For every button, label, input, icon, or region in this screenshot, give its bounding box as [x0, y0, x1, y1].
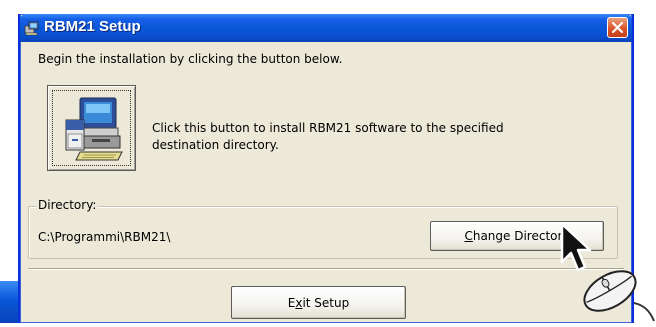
exit-setup-label: Exit Setup: [287, 295, 350, 310]
install-button[interactable]: [47, 85, 136, 171]
change-directory-label: Change Directory: [464, 229, 569, 243]
separator: [28, 268, 624, 270]
instruction-text: Begin the installation by clicking the b…: [38, 52, 343, 66]
change-directory-mnemonic: C: [464, 229, 473, 243]
exit-setup-button[interactable]: Exit Setup: [231, 286, 406, 319]
setup-window: RBM21 Setup Begin the installation by cl…: [18, 14, 634, 323]
directory-path: C:\Programmi\RBM21\: [38, 230, 171, 244]
window-title: RBM21 Setup: [44, 18, 141, 35]
exit-setup-mnemonic: x: [295, 295, 303, 310]
close-button[interactable]: [607, 17, 628, 38]
title-bar[interactable]: RBM21 Setup: [20, 14, 632, 42]
computer-mouse-icon: [574, 263, 656, 327]
computer-install-icon: [65, 97, 123, 161]
close-icon: [612, 22, 623, 33]
change-directory-label-rest: hange Directory: [472, 229, 570, 243]
directory-label: Directory:: [36, 198, 99, 212]
setup-computer-icon: [24, 20, 40, 36]
install-description: Click this button to install RBM21 softw…: [152, 121, 504, 152]
